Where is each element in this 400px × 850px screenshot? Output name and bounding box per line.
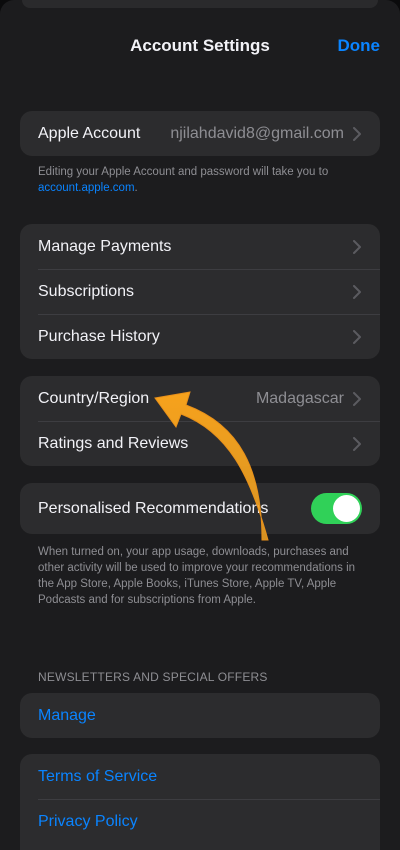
account-apple-link[interactable]: account.apple.com — [38, 182, 135, 194]
apple-account-group: Apple Account njilahdavid8@gmail.com — [20, 111, 380, 156]
recommendations-footnote: When turned on, your app usage, download… — [38, 546, 356, 606]
sheet-top-edge — [22, 0, 378, 8]
manage-payments-label: Manage Payments — [38, 237, 172, 255]
navigation-bar: Account Settings Done — [0, 28, 400, 64]
chevron-right-icon — [353, 284, 361, 299]
region-group: Country/Region Madagascar Ratings and Re… — [20, 376, 380, 466]
toggle-knob — [333, 495, 360, 522]
legal-group: Terms of Service Privacy Policy — [20, 754, 380, 850]
ratings-reviews-label: Ratings and Reviews — [38, 434, 189, 452]
country-region-row[interactable]: Country/Region Madagascar — [20, 376, 380, 421]
apple-account-footnote-text: Editing your Apple Account and password … — [38, 166, 329, 178]
terms-of-service-row[interactable]: Terms of Service — [20, 754, 380, 799]
country-region-label: Country/Region — [38, 389, 150, 407]
apple-account-footnote: Editing your Apple Account and password … — [38, 164, 368, 196]
apple-account-label: Apple Account — [38, 124, 141, 142]
purchase-history-label: Purchase History — [38, 327, 160, 345]
manage-newsletters-row[interactable]: Manage — [20, 693, 380, 738]
chevron-right-icon — [353, 239, 361, 254]
manage-payments-row[interactable]: Manage Payments — [20, 224, 380, 269]
account-settings-sheet: Account Settings Done Apple Account njil… — [0, 0, 400, 850]
apple-account-email: njilahdavid8@gmail.com — [170, 124, 344, 142]
newsletters-section-header: NEWSLETTERS AND SPECIAL OFFERS — [38, 670, 268, 684]
done-button[interactable]: Done — [338, 36, 381, 56]
subscriptions-row[interactable]: Subscriptions — [20, 269, 380, 314]
chevron-right-icon — [353, 329, 361, 344]
chevron-right-icon — [353, 391, 361, 406]
payments-group: Manage Payments Subscriptions Purchase H… — [20, 224, 380, 359]
newsletters-group: Manage — [20, 693, 380, 738]
manage-newsletters-label: Manage — [38, 706, 96, 724]
subscriptions-label: Subscriptions — [38, 282, 135, 300]
recommendations-group: Personalised Recommendations — [20, 483, 380, 534]
chevron-right-icon — [353, 126, 361, 141]
purchase-history-row[interactable]: Purchase History — [20, 314, 380, 359]
apple-account-footnote-end: . — [134, 182, 138, 194]
ratings-reviews-row[interactable]: Ratings and Reviews — [20, 421, 380, 466]
privacy-policy-label: Privacy Policy — [38, 812, 138, 830]
country-region-value: Madagascar — [255, 389, 344, 407]
chevron-right-icon — [353, 436, 361, 451]
privacy-policy-row[interactable]: Privacy Policy — [20, 799, 380, 844]
terms-of-service-label: Terms of Service — [38, 767, 158, 785]
apple-account-row[interactable]: Apple Account njilahdavid8@gmail.com — [20, 111, 380, 156]
personalised-recommendations-toggle[interactable] — [311, 493, 362, 524]
